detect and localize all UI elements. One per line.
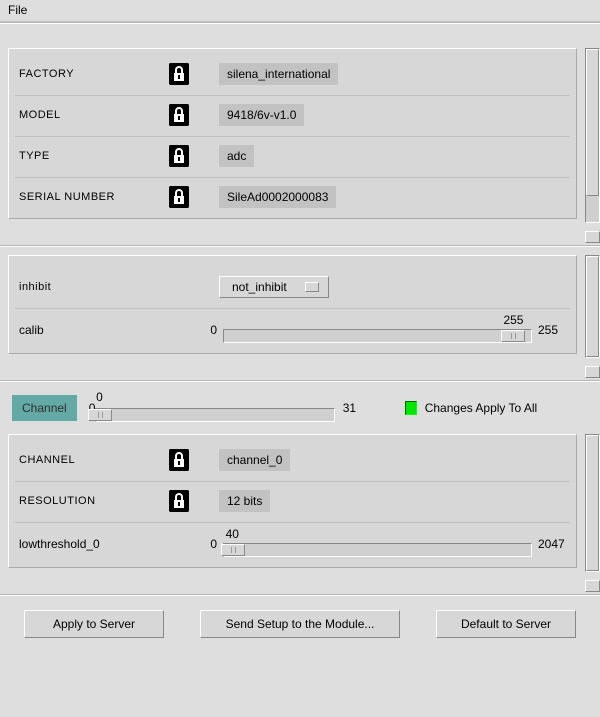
identity-field-group: FACTORY silena_international MODEL 9418/… — [8, 48, 577, 219]
resize-grip-icon[interactable] — [585, 231, 600, 243]
row-type: TYPE adc — [15, 137, 570, 178]
label-factory: FACTORY — [19, 68, 169, 80]
separator — [0, 245, 600, 247]
apply-to-server-button[interactable]: Apply to Server — [24, 610, 164, 638]
lock-icon — [169, 145, 189, 167]
lowthreshold-value-tag: 40 — [226, 527, 239, 541]
row-serial: SERIAL NUMBER SileAd0002000083 — [15, 178, 570, 218]
apply-all-label: Changes Apply To All — [425, 401, 538, 415]
identity-panel: FACTORY silena_international MODEL 9418/… — [0, 42, 600, 229]
label-serial: SERIAL NUMBER — [19, 191, 169, 203]
channel-detail-panel: CHANNEL channel_0 RESOLUTION 12 bits low… — [0, 428, 600, 578]
row-calib: calib 0 255 255 — [15, 309, 570, 353]
separator — [0, 594, 600, 596]
label-model: MODEL — [19, 109, 169, 121]
default-to-server-button[interactable]: Default to Server — [436, 610, 576, 638]
lock-icon — [169, 186, 189, 208]
controls-field-group: inhibit not_inhibit calib 0 255 255 — [8, 255, 577, 354]
row-lowthreshold: lowthreshold_0 0 40 2047 — [15, 523, 570, 567]
controls-panel: inhibit not_inhibit calib 0 255 255 — [0, 249, 600, 364]
resize-grip-icon[interactable] — [585, 580, 600, 592]
lock-icon — [169, 449, 189, 471]
channel-chip[interactable]: Channel — [12, 395, 77, 421]
row-inhibit: inhibit not_inhibit — [15, 268, 570, 309]
inhibit-value: not_inhibit — [232, 280, 287, 294]
label-lowthreshold: lowthreshold_0 — [19, 537, 209, 551]
row-resolution: RESOLUTION 12 bits — [15, 482, 570, 523]
slider-thumb[interactable] — [501, 330, 525, 342]
lock-icon — [169, 490, 189, 512]
send-setup-button[interactable]: Send Setup to the Module... — [200, 610, 400, 638]
channel-detail-scrollbar[interactable] — [585, 434, 600, 572]
calib-slider[interactable] — [223, 329, 532, 343]
value-factory: silena_international — [219, 63, 338, 85]
value-resolution: 12 bits — [219, 490, 270, 512]
channel-value-tag: 0 — [96, 390, 103, 404]
row-model: MODEL 9418/6v-v1.0 — [15, 96, 570, 137]
apply-all-led-icon[interactable] — [405, 401, 417, 415]
row-channel: CHANNEL channel_0 — [15, 441, 570, 482]
label-type: TYPE — [19, 150, 169, 162]
inhibit-dropdown[interactable]: not_inhibit — [219, 276, 329, 298]
resize-grip-icon[interactable] — [585, 366, 600, 378]
calib-min: 0 — [209, 323, 223, 337]
scrollbar-thumb[interactable] — [586, 256, 599, 357]
lowthreshold-slider[interactable] — [223, 543, 532, 557]
identity-scrollbar[interactable] — [585, 48, 600, 223]
label-channel: CHANNEL — [19, 454, 169, 466]
calib-max: 255 — [532, 323, 566, 337]
value-serial: SileAd0002000083 — [219, 186, 336, 208]
lock-icon — [169, 104, 189, 126]
menu-file[interactable]: File — [8, 3, 27, 17]
lowthreshold-max: 2047 — [532, 537, 566, 551]
menubar: File — [0, 0, 600, 22]
channel-slider-max: 31 — [335, 401, 365, 415]
label-inhibit: inhibit — [19, 281, 219, 293]
slider-thumb[interactable] — [88, 409, 112, 421]
row-factory: FACTORY silena_international — [15, 55, 570, 96]
button-bar: Apply to Server Send Setup to the Module… — [0, 598, 600, 642]
separator — [0, 380, 600, 382]
controls-scrollbar[interactable] — [585, 255, 600, 358]
lock-icon — [169, 63, 189, 85]
channel-selector: Channel 0 0 31 Changes Apply To All — [0, 384, 600, 428]
value-model: 9418/6v-v1.0 — [219, 104, 304, 126]
label-calib: calib — [19, 323, 209, 337]
channel-slider[interactable] — [95, 408, 335, 422]
value-channel: channel_0 — [219, 449, 290, 471]
dropdown-arrow-icon — [305, 282, 319, 292]
label-resolution: RESOLUTION — [19, 495, 169, 507]
channel-detail-field-group: CHANNEL channel_0 RESOLUTION 12 bits low… — [8, 434, 577, 568]
scrollbar-thumb[interactable] — [586, 435, 599, 571]
calib-value-tag: 255 — [503, 313, 523, 327]
value-type: adc — [219, 145, 254, 167]
scrollbar-thumb[interactable] — [586, 49, 599, 196]
slider-thumb[interactable] — [221, 544, 245, 556]
